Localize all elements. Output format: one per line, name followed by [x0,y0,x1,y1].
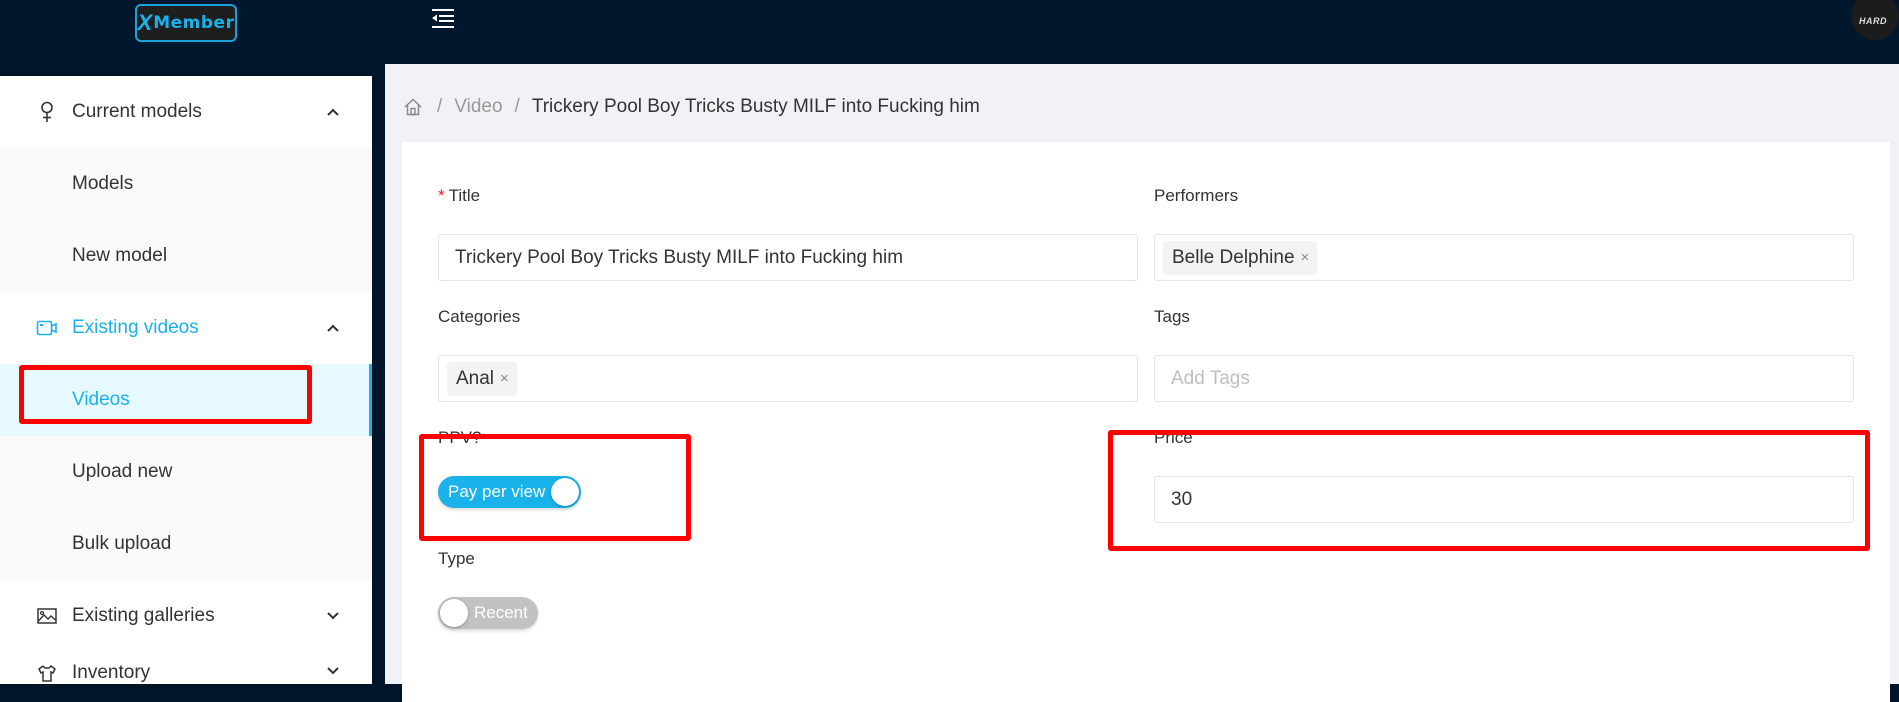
main-content: / Video / Trickery Pool Boy Tricks Busty… [385,64,1899,702]
sidebar: Current models Models New model Existing… [0,76,372,684]
sidebar-group-label: Existing galleries [72,605,215,626]
ppv-field: PPV? Pay per view [438,426,738,516]
performers-label: Performers [1154,186,1239,205]
performers-field: Performers Belle Delphine × [1154,184,1854,284]
sidebar-group-inventory[interactable]: Inventory [0,652,372,684]
performers-select[interactable]: Belle Delphine × [1154,234,1854,281]
title-field: * Title Trickery Pool Boy Tricks Busty MI… [438,184,1138,284]
toggle-knob [551,478,580,506]
price-input-value: 30 [1171,488,1193,510]
sidebar-item-label: Models [72,173,134,194]
tags-field: Tags Add Tags [1154,305,1854,405]
sidebar-item-label: Videos [72,389,130,410]
female-icon [36,101,58,123]
close-icon[interactable]: × [500,370,509,387]
price-input[interactable]: 30 [1154,476,1854,523]
logo-text: Member [153,13,235,33]
chevron-up-icon [324,103,342,121]
logo-mark: X [137,10,153,35]
breadcrumb-current: Trickery Pool Boy Tricks Busty MILF into… [531,96,980,117]
avatar-text: HARD [1859,16,1887,26]
picture-icon [36,605,58,627]
price-label: Price [1154,428,1193,447]
close-icon[interactable]: × [1301,249,1310,266]
ppv-label: PPV? [438,428,482,447]
video-edit-form: * Title Trickery Pool Boy Tricks Busty MI… [402,142,1890,702]
category-tag: Anal × [447,361,517,396]
video-camera-icon [36,317,58,339]
sidebar-group-existing-videos[interactable]: Existing videos [0,292,372,364]
chevron-down-icon [324,662,342,680]
menu-fold-icon[interactable] [428,4,458,32]
sidebar-group-existing-galleries[interactable]: Existing galleries [0,580,372,652]
breadcrumb-separator: / [437,96,443,117]
breadcrumb: / Video / Trickery Pool Boy Tricks Busty… [403,92,980,122]
ppv-toggle[interactable]: Pay per view [438,476,582,508]
type-toggle-label: Recent [474,603,528,622]
performer-tag: Belle Delphine × [1163,240,1318,275]
sidebar-item-label: Bulk upload [72,533,172,554]
shirt-icon [36,662,58,684]
title-input-value: Trickery Pool Boy Tricks Busty MILF into… [455,246,904,268]
title-input[interactable]: Trickery Pool Boy Tricks Busty MILF into… [438,234,1138,281]
type-field: Type Recent [438,547,738,637]
sidebar-item-label: New model [72,245,168,266]
tags-select[interactable]: Add Tags [1154,355,1854,402]
sidebar-item-bulk-upload[interactable]: Bulk upload [0,508,372,580]
type-label: Type [438,549,475,568]
sidebar-item-videos[interactable]: Videos [0,364,372,436]
sidebar-group-label: Current models [72,101,202,122]
tags-placeholder: Add Tags [1171,367,1250,389]
top-header: X Member HARD [0,0,1899,64]
breadcrumb-separator: / [514,96,520,117]
home-icon[interactable] [403,96,425,118]
tags-label: Tags [1154,307,1190,326]
title-label-text: Title [448,186,481,205]
category-tag-label: Anal [456,367,495,389]
chevron-down-icon [324,607,342,625]
chevron-up-icon [324,319,342,337]
sidebar-item-label: Upload new [72,461,173,482]
price-field: Price 30 [1154,426,1854,526]
user-avatar[interactable]: HARD [1851,0,1899,40]
xmember-logo[interactable]: X Member [135,4,237,42]
sidebar-group-label: Inventory [72,662,151,683]
categories-select[interactable]: Anal × [438,355,1138,402]
categories-field: Categories Anal × [438,305,1138,405]
sidebar-item-models[interactable]: Models [0,148,372,220]
ppv-toggle-label: Pay per view [448,482,546,501]
toggle-knob [440,599,468,627]
title-label: * Title [438,184,1138,208]
sidebar-item-upload-new[interactable]: Upload new [0,436,372,508]
performer-tag-label: Belle Delphine [1172,246,1295,268]
type-toggle[interactable]: Recent [438,597,538,629]
sidebar-group-label: Existing videos [72,317,199,338]
breadcrumb-video[interactable]: Video [454,96,502,118]
required-mark: * [438,186,445,205]
sidebar-group-current-models[interactable]: Current models [0,76,372,148]
sidebar-item-new-model[interactable]: New model [0,220,372,292]
categories-label: Categories [438,307,521,326]
